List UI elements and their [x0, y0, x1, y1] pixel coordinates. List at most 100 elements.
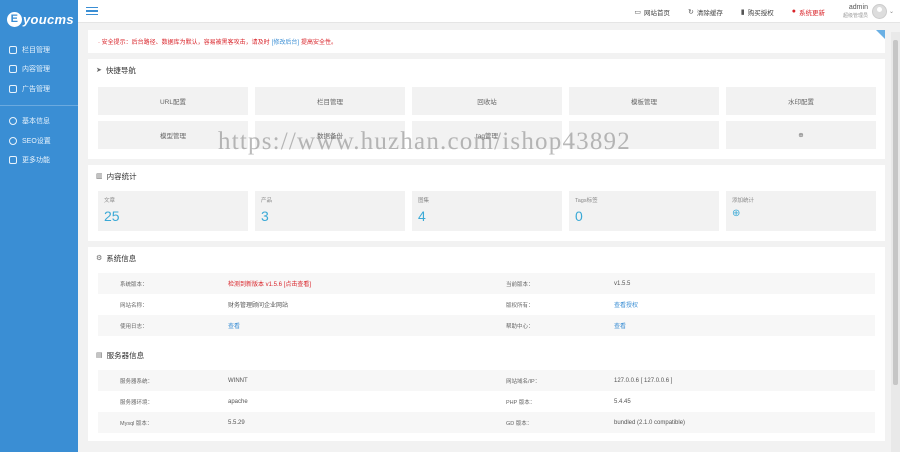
nav-group-settings: 基本信息 SEO设置 更多功能 [0, 110, 78, 173]
sidebar-item-label: 栏目管理 [22, 46, 50, 54]
view-log-link[interactable]: 查看 [228, 321, 496, 330]
bookmark-icon: ▮ [740, 8, 745, 16]
view-help-link[interactable]: 查看 [614, 321, 626, 330]
quick-nav-panel: ➤ 快捷导航 URL配置 栏目管理 回收站 模板管理 水印配置 模型管理 数据备… [88, 59, 885, 159]
modify-admin-link[interactable]: [修改后台] [272, 37, 299, 46]
sidebar-item-label: 基本信息 [22, 118, 50, 126]
warning-text: · 安全提示：后台路径、数据库为默认，容易被黑客攻击，请及时 [98, 40, 270, 46]
top-bar: ▭ 网站首页 ↻ 清除缓存 ▮ 购买授权 ● 系统更新 admin 超级管理员 … [78, 0, 900, 23]
quick-tags-button[interactable]: tag管理 [412, 121, 562, 149]
scrollbar[interactable] [891, 32, 900, 452]
settings-icon: ⚙ [96, 255, 103, 262]
stat-card-add[interactable]: 添加统计 ⊕ [726, 191, 876, 231]
info-key: 网站域名/IP： [506, 378, 541, 385]
quick-recycle-bin-button[interactable]: 回收站 [412, 87, 562, 115]
logo-mark: E [7, 11, 22, 27]
table-row: 使用日志： 查看 帮助中心： 查看 [98, 315, 875, 336]
quick-watermark-button[interactable]: 水印配置 [726, 87, 876, 115]
user-name: admin [848, 3, 868, 11]
info-key: 系统版本： [120, 281, 148, 288]
stat-card-albums[interactable]: 图集 4 [412, 191, 562, 231]
logo[interactable]: E youcms [0, 0, 78, 38]
info-key: 使用日志： [120, 323, 148, 330]
system-update-link[interactable]: ● 系统更新 [792, 7, 825, 17]
menu-toggle-icon[interactable] [86, 5, 98, 18]
add-icon: ⊕ [732, 208, 741, 219]
info-key: 帮助中心： [506, 323, 534, 330]
stat-label: 图集 [418, 198, 430, 204]
stats-title-text: 内容统计 [106, 171, 137, 181]
seo-icon [9, 136, 17, 145]
system-info-table: 系统版本： 检测到新版本 v1.5.6 [点击查看] 当前版本： v1.5.5 … [88, 269, 885, 344]
stat-value: 3 [261, 208, 269, 224]
view-license-link[interactable]: 查看授权 [614, 300, 638, 309]
stats-title: ▥ 内容统计 [88, 165, 885, 187]
stats-grid: 文章 25 产品 3 图集 4 Tags标签 0 添加统计 ⊕ [88, 187, 885, 241]
quick-empty-button[interactable] [569, 121, 719, 149]
top-actions: ▭ 网站首页 ↻ 清除缓存 ▮ 购买授权 ● 系统更新 admin 超级管理员 … [616, 0, 894, 23]
sidebar-item-basic-info[interactable]: 基本信息 [0, 112, 78, 132]
quick-nav-title: ➤ 快捷导航 [88, 59, 885, 81]
quick-nav-title-text: 快捷导航 [105, 65, 136, 75]
info-key: 当前版本： [506, 281, 534, 288]
document-icon [9, 65, 17, 74]
stat-value: 0 [575, 208, 583, 224]
stat-value: 25 [104, 208, 120, 224]
sidebar-divider [0, 104, 78, 106]
user-menu[interactable]: admin 超级管理员 ⌄ [843, 4, 894, 20]
table-row: Mysql 版本： 5.5.29 GD 版本： bundled (2.1.0 c… [98, 412, 875, 433]
server-icon: ▤ [96, 352, 103, 359]
quick-url-config-button[interactable]: URL配置 [98, 87, 248, 115]
info-value: bundled (2.1.0 compatible) [614, 419, 686, 426]
stat-card-tags[interactable]: Tags标签 0 [569, 191, 719, 231]
send-icon: ➤ [96, 67, 102, 74]
logo-text: youcms [23, 11, 74, 27]
monitor-icon: ▭ [634, 8, 641, 16]
sidebar-item-columns[interactable]: 栏目管理 [0, 40, 78, 60]
server-info-panel: ▤ 服务器信息 服务器系统： WINNT 网站域名/IP： 127.0.0.6 … [88, 344, 885, 441]
buy-license-link[interactable]: ▮ 购买授权 [741, 7, 774, 17]
info-value: 5.5.29 [228, 419, 245, 426]
quick-models-button[interactable]: 模型管理 [98, 121, 248, 149]
nav-group-content: 栏目管理 内容管理 广告管理 [0, 38, 78, 101]
info-value: v1.5.5 [614, 280, 631, 287]
clear-cache-label: 清除缓存 [696, 9, 723, 17]
info-value: apache [228, 398, 248, 405]
system-info-title: ⚙ 系统信息 [88, 247, 885, 269]
system-info-title-text: 系统信息 [106, 253, 137, 263]
sidebar-item-seo[interactable]: SEO设置 [0, 131, 78, 151]
sidebar-item-label: SEO设置 [22, 137, 51, 145]
sidebar-item-more[interactable]: 更多功能 [0, 151, 78, 171]
image-icon [9, 84, 17, 93]
sidebar-item-content[interactable]: 内容管理 [0, 60, 78, 80]
clear-cache-link[interactable]: ↻ 清除缓存 [688, 7, 723, 17]
server-info-title: ▤ 服务器信息 [88, 344, 885, 366]
stat-card-articles[interactable]: 文章 25 [98, 191, 248, 231]
stat-card-products[interactable]: 产品 3 [255, 191, 405, 231]
site-home-label: 网站首页 [643, 9, 670, 17]
stats-panel: ▥ 内容统计 文章 25 产品 3 图集 4 Tags标签 0 添加统计 ⊕ [88, 165, 885, 241]
alert-icon: ● [791, 8, 796, 15]
info-key: 网站名称： [120, 302, 148, 309]
user-role: 超级管理员 [842, 12, 868, 19]
corner-decoration [876, 30, 885, 39]
quick-columns-button[interactable]: 栏目管理 [255, 87, 405, 115]
site-home-link[interactable]: ▭ 网站首页 [634, 7, 670, 17]
quick-templates-button[interactable]: 模板管理 [569, 87, 719, 115]
stat-label: Tags标签 [575, 198, 598, 204]
info-value: 财务管理顾问企业网站 [228, 303, 289, 309]
stat-label: 添加统计 [732, 198, 755, 204]
quick-backup-button[interactable]: 数据备份 [255, 121, 405, 149]
scrollbar-thumb[interactable] [893, 40, 898, 385]
new-version-link[interactable]: 检测到新版本 v1.5.6 [点击查看] [228, 279, 496, 288]
apps-icon [9, 156, 17, 165]
quick-add-button[interactable]: ⊕ [726, 121, 876, 149]
sidebar-item-label: 更多功能 [22, 157, 50, 165]
user-names: admin 超级管理员 [843, 4, 868, 20]
buy-license-label: 购买授权 [747, 9, 774, 17]
info-key: 服务器系统： [120, 378, 154, 385]
quick-nav-grid: URL配置 栏目管理 回收站 模板管理 水印配置 模型管理 数据备份 tag管理… [88, 81, 885, 159]
sidebar-item-ads[interactable]: 广告管理 [0, 79, 78, 99]
security-warning: · 安全提示：后台路径、数据库为默认，容易被黑客攻击，请及时 [修改后台] 提高… [88, 30, 885, 53]
stat-label: 文章 [104, 198, 116, 204]
